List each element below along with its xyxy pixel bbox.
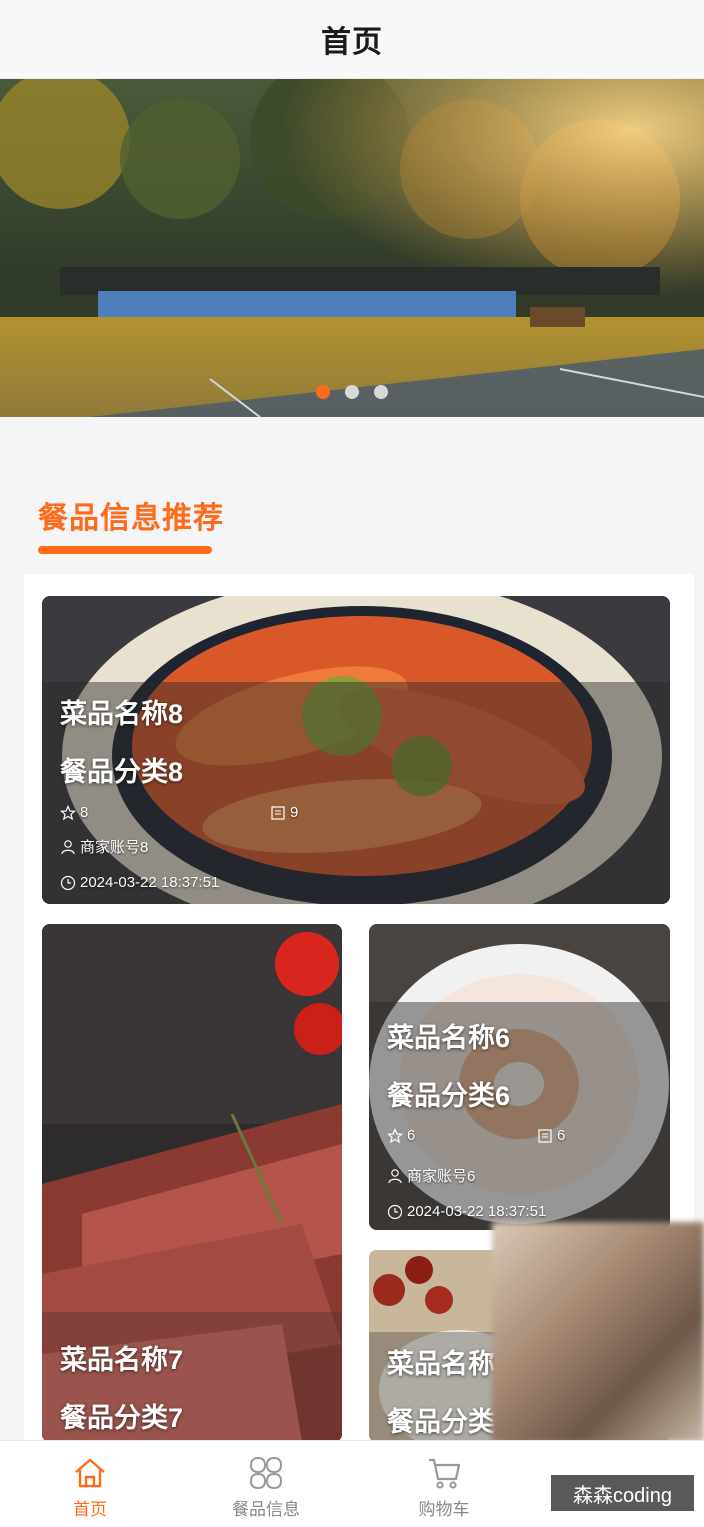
carousel-dot[interactable] — [345, 385, 359, 399]
collect-count-value: 6 — [557, 1127, 566, 1144]
food-name: 菜品名称 — [387, 1349, 495, 1379]
merchant-account: 商家账号6 — [387, 1165, 475, 1186]
collect-count: 9 — [270, 804, 298, 821]
food-category: 餐品分类 — [387, 1407, 495, 1437]
food-card[interactable]: 菜品名称8 餐品分类8 8 9 商家账号8 2024-03-22 18:37:5… — [42, 596, 670, 904]
tab-label: 餐品信息 — [232, 1500, 300, 1519]
tab-home[interactable]: 首页 — [2, 1441, 178, 1527]
food-category: 餐品分类6 — [387, 1081, 511, 1111]
cart-icon — [429, 1458, 461, 1489]
like-count: 6 — [387, 1127, 415, 1144]
star-icon — [387, 1127, 403, 1143]
section-title-underline — [38, 546, 212, 554]
merchant-account: 商家账号8 — [60, 836, 148, 857]
user-icon — [61, 839, 75, 854]
banner-carousel[interactable] — [0, 79, 704, 417]
carousel-dot[interactable] — [374, 385, 388, 399]
tab-label: 购物车 — [418, 1500, 470, 1519]
food-card[interactable]: 菜品名称7 餐品分类7 — [42, 924, 342, 1442]
like-count-value: 8 — [80, 804, 89, 821]
publish-time: 2024-03-22 18:37:51 — [387, 1203, 546, 1220]
merchant-account-value: 商家账号8 — [80, 839, 149, 856]
star-icon — [60, 804, 76, 820]
food-name: 菜品名称8 — [60, 699, 184, 729]
collect-icon — [271, 805, 285, 820]
user-icon — [388, 1168, 402, 1183]
section-title: 餐品信息推荐 — [38, 502, 224, 535]
banner-image — [0, 79, 704, 417]
food-category: 餐品分类8 — [60, 757, 184, 787]
food-card[interactable]: 菜品名称6 餐品分类6 6 6 商家账号6 2024-03-22 18:37:5… — [369, 924, 670, 1230]
like-count-value: 6 — [407, 1127, 416, 1144]
publish-time: 2024-03-22 18:37:51 — [60, 874, 219, 891]
home-icon — [75, 1458, 105, 1488]
food-category: 餐品分类7 — [60, 1403, 184, 1433]
top-nav-bar: 首页 — [0, 0, 704, 79]
watermark: 森森coding — [551, 1475, 694, 1511]
page-title: 首页 — [321, 26, 383, 59]
tab-cart[interactable]: 购物车 — [356, 1441, 532, 1527]
publish-time-value: 2024-03-22 18:37:51 — [407, 1203, 547, 1220]
grid-icon — [249, 1456, 283, 1490]
food-name: 菜品名称7 — [60, 1345, 184, 1375]
merchant-account-value: 商家账号6 — [407, 1168, 476, 1185]
blurred-overlay — [492, 1222, 704, 1442]
clock-icon — [387, 1204, 403, 1219]
clock-icon — [60, 875, 76, 890]
carousel-dot[interactable] — [316, 385, 330, 399]
tab-food-info[interactable]: 餐品信息 — [178, 1441, 354, 1527]
publish-time-value: 2024-03-22 18:37:51 — [80, 874, 220, 891]
food-name: 菜品名称6 — [387, 1023, 511, 1053]
like-count: 8 — [60, 804, 88, 821]
collect-count-value: 9 — [290, 804, 299, 821]
collect-icon — [538, 1128, 552, 1143]
tab-label: 首页 — [73, 1500, 107, 1519]
carousel-indicators — [0, 385, 704, 399]
collect-count: 6 — [537, 1127, 565, 1144]
